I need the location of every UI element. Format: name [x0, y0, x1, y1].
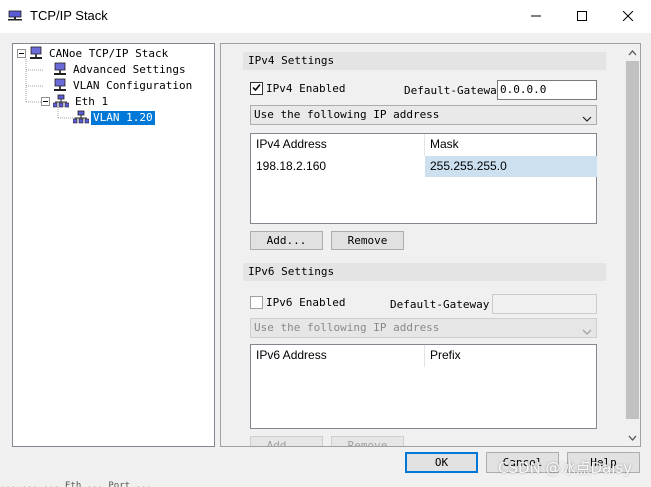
ipv4-section-header: IPv4 Settings [243, 52, 606, 70]
ipv4-address-header[interactable]: IPv4 Address [251, 134, 424, 155]
minimize-button[interactable] [513, 0, 559, 33]
configuration-tree[interactable]: CANoe TCP/IP Stack Advanced Settings VLA… [12, 43, 215, 447]
chevron-down-icon [582, 111, 592, 129]
prefix-header[interactable]: Prefix [425, 345, 597, 366]
window-title: TCP/IP Stack [30, 8, 108, 23]
mask-cell[interactable]: 255.255.255.0 [425, 156, 597, 177]
ipv4-gateway-label: Default-Gateway: [404, 84, 510, 97]
background-window-strip: ... ... ... Eth ... Port ... [0, 481, 152, 487]
chevron-down-icon [582, 324, 592, 342]
tree-item-vlan-configuration[interactable]: VLAN Configuration [53, 78, 194, 94]
scroll-up-button[interactable] [624, 44, 640, 61]
checkmark-icon [251, 82, 262, 96]
tree-item-label: VLAN Configuration [73, 79, 193, 92]
ipv6-gateway-input[interactable] [492, 294, 597, 314]
ipv4-mode-value: Use the following IP address [254, 108, 440, 121]
ok-button[interactable]: OK [405, 452, 478, 473]
ipv4-enabled-checkbox[interactable]: IPv4 Enabled [250, 82, 345, 95]
watermark: CSDN @冰点Daisy [498, 459, 633, 477]
chevron-up-icon [628, 46, 637, 59]
ipv4-remove-button[interactable]: Remove [331, 231, 404, 250]
collapse-icon[interactable] [17, 48, 26, 61]
tree-item-label: CANoe TCP/IP Stack [49, 47, 169, 60]
close-button[interactable] [605, 0, 651, 33]
checkbox-box[interactable] [250, 296, 263, 309]
tree-item-label: Advanced Settings [73, 63, 186, 76]
ipv6-add-button[interactable]: Add... [250, 436, 323, 446]
checkbox-box[interactable] [250, 82, 263, 95]
maximize-button[interactable] [559, 0, 605, 33]
mask-header[interactable]: Mask [425, 134, 597, 155]
chevron-down-icon [628, 431, 637, 444]
title-bar: TCP/IP Stack [0, 0, 651, 33]
ipv4-address-table[interactable]: IPv4 Address Mask 198.18.2.160 255.255.2… [250, 133, 597, 224]
computer-icon [53, 78, 67, 95]
network-stack-icon [8, 9, 22, 21]
network-icon [52, 94, 70, 111]
ipv6-mode-value: Use the following IP address [254, 321, 440, 334]
network-icon [72, 110, 90, 127]
ipv6-mode-dropdown[interactable]: Use the following IP address [250, 318, 597, 338]
ipv6-enabled-checkbox[interactable]: IPv6 Enabled [250, 296, 345, 309]
tree-item-advanced-settings[interactable]: Advanced Settings [53, 62, 188, 78]
collapse-icon[interactable] [41, 96, 50, 109]
ipv4-enabled-label: IPv4 Enabled [266, 82, 346, 95]
tree-item-canoe-tcpip-stack[interactable]: CANoe TCP/IP Stack [17, 46, 170, 62]
maximize-icon [577, 10, 587, 24]
ipv6-section-header: IPv6 Settings [243, 263, 606, 281]
tree-item-vlan-1-20[interactable]: VLAN 1.20 [72, 110, 155, 127]
vertical-scrollbar[interactable] [624, 44, 640, 446]
scroll-down-button[interactable] [624, 429, 640, 446]
ipv6-remove-button[interactable]: Remove [331, 436, 404, 446]
tree-item-label: VLAN 1.20 [91, 111, 155, 125]
ipv6-gateway-label: Default-Gateway: [390, 298, 496, 311]
ipv6-address-table[interactable]: IPv6 Address Prefix [250, 344, 597, 429]
ipv4-add-button[interactable]: Add... [250, 231, 323, 250]
ipv4-address-cell[interactable]: 198.18.2.160 [251, 156, 424, 177]
ipv4-gateway-input[interactable]: 0.0.0.0 [497, 80, 597, 100]
ipv4-mode-dropdown[interactable]: Use the following IP address [250, 105, 597, 125]
scrollbar-thumb[interactable] [626, 61, 639, 419]
minimize-icon [531, 10, 541, 24]
computer-icon [53, 62, 67, 79]
tree-item-label: Eth 1 [75, 95, 109, 108]
ipv6-address-header[interactable]: IPv6 Address [251, 345, 424, 366]
tree-item-eth-1[interactable]: Eth 1 [41, 94, 110, 110]
computer-icon [29, 46, 43, 63]
ipv6-enabled-label: IPv6 Enabled [266, 296, 346, 309]
close-icon [622, 10, 634, 24]
settings-panel: IPv4 Settings IPv4 Enabled Default-Gatew… [220, 43, 641, 447]
